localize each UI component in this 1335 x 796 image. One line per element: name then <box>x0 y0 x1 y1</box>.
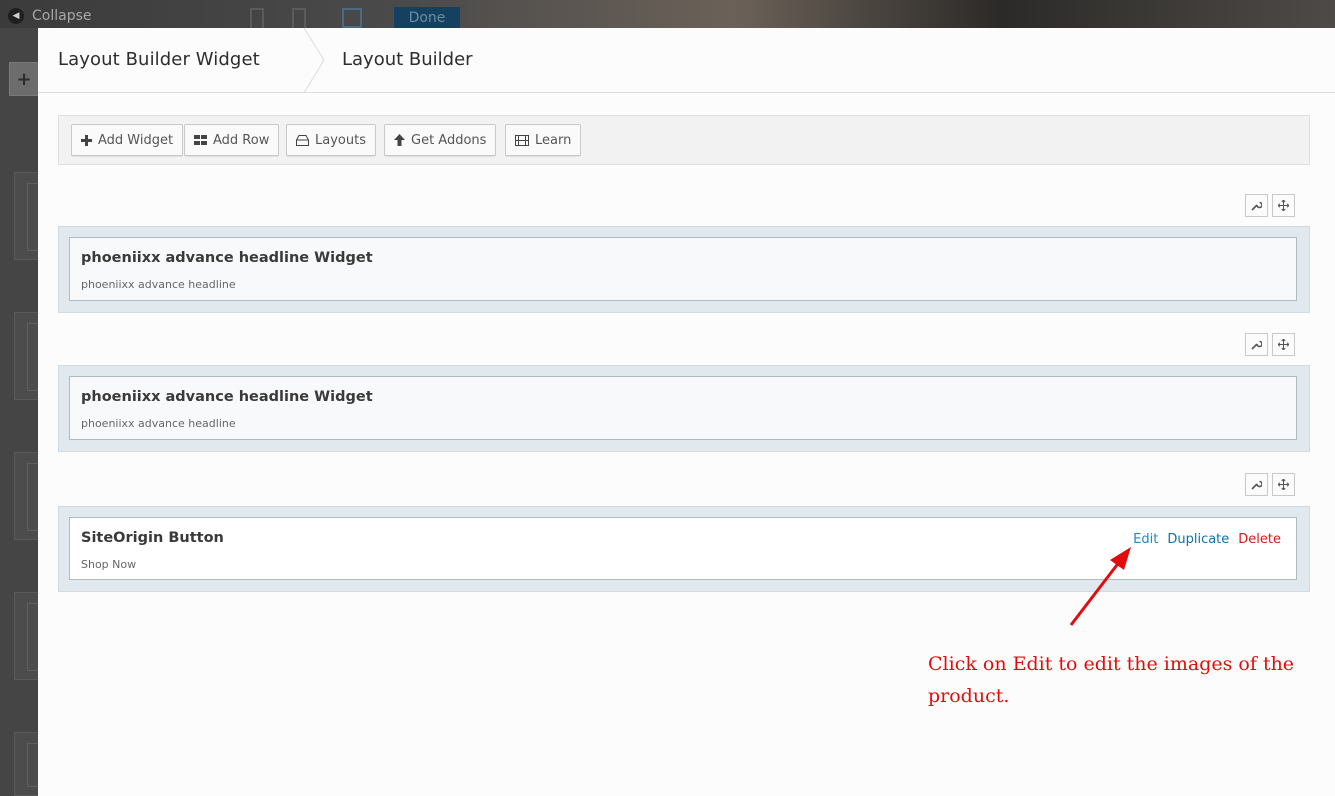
widget-card[interactable]: SiteOrigin Button Shop Now Edit Duplicat… <box>69 517 1297 580</box>
get-addons-button[interactable]: Get Addons <box>384 124 497 156</box>
annotation-line-1: Click on Edit to edit the images of the <box>928 653 1295 675</box>
breadcrumb-layout-builder-widget[interactable]: Layout Builder Widget <box>58 49 260 70</box>
collapse-menu[interactable]: ◀ Collapse <box>8 7 92 25</box>
arrow-up-icon <box>394 134 405 146</box>
plus-icon <box>81 134 92 146</box>
widget-title: phoeniixx advance headline Widget <box>81 250 373 266</box>
add-widget-label: Add Widget <box>98 132 174 148</box>
breadcrumb-layout-builder[interactable]: Layout Builder <box>342 49 473 70</box>
builder-toolbar: Add Widget Add Row Layouts Get Addons Le… <box>58 115 1310 165</box>
duplicate-link[interactable]: Duplicate <box>1167 532 1229 547</box>
add-widget-button[interactable]: Add Widget <box>71 124 184 156</box>
layouts-button[interactable]: Layouts <box>286 124 376 156</box>
move-icon[interactable] <box>1272 194 1295 217</box>
row-toolbar <box>1245 333 1295 356</box>
widget-title: SiteOrigin Button <box>81 530 224 546</box>
background-icon <box>342 8 362 28</box>
widget-card[interactable]: phoeniixx advance headline Widget phoeni… <box>69 376 1297 440</box>
annotation-text: Click on Edit to edit the images of the … <box>928 648 1308 712</box>
layout-builder-modal: Layout Builder Widget Layout Builder Add… <box>38 28 1335 796</box>
background-icon <box>292 8 306 28</box>
done-button[interactable]: Done <box>394 7 460 28</box>
edit-link[interactable]: Edit <box>1133 532 1158 547</box>
plus-icon[interactable]: + <box>9 62 39 96</box>
add-row-label: Add Row <box>213 132 270 148</box>
modal-header: Layout Builder Widget Layout Builder <box>38 28 1335 93</box>
breadcrumb-separator-icon <box>303 28 325 93</box>
widget-description: Shop Now <box>81 558 137 571</box>
admin-sidebar <box>0 28 38 796</box>
move-icon[interactable] <box>1272 333 1295 356</box>
move-icon[interactable] <box>1272 473 1295 496</box>
learn-label: Learn <box>535 132 572 148</box>
add-row-button[interactable]: Add Row <box>184 124 280 156</box>
admin-topbar <box>0 0 1335 28</box>
layout-row: SiteOrigin Button Shop Now Edit Duplicat… <box>58 506 1310 592</box>
film-icon <box>515 134 529 146</box>
wrench-icon[interactable] <box>1245 333 1268 356</box>
annotation-line-2: product. <box>928 685 1010 707</box>
layout-row: phoeniixx advance headline Widget phoeni… <box>58 365 1310 452</box>
background-icon <box>250 8 264 28</box>
learn-button[interactable]: Learn <box>505 124 582 156</box>
get-addons-label: Get Addons <box>411 132 487 148</box>
wrench-icon[interactable] <box>1245 194 1268 217</box>
widget-description: phoeniixx advance headline <box>81 417 236 430</box>
row-toolbar <box>1245 473 1295 496</box>
row-toolbar <box>1245 194 1295 217</box>
layouts-icon <box>296 134 309 146</box>
widget-card[interactable]: phoeniixx advance headline Widget phoeni… <box>69 237 1297 301</box>
collapse-label: Collapse <box>32 8 92 24</box>
layout-row: phoeniixx advance headline Widget phoeni… <box>58 226 1310 313</box>
wrench-icon[interactable] <box>1245 473 1268 496</box>
delete-link[interactable]: Delete <box>1238 532 1281 547</box>
widget-description: phoeniixx advance headline <box>81 278 236 291</box>
widget-title: phoeniixx advance headline Widget <box>81 389 373 405</box>
layouts-label: Layouts <box>315 132 366 148</box>
grid-icon <box>194 135 207 145</box>
widget-actions: Edit Duplicate Delete <box>1133 532 1281 547</box>
collapse-icon: ◀ <box>8 8 24 24</box>
